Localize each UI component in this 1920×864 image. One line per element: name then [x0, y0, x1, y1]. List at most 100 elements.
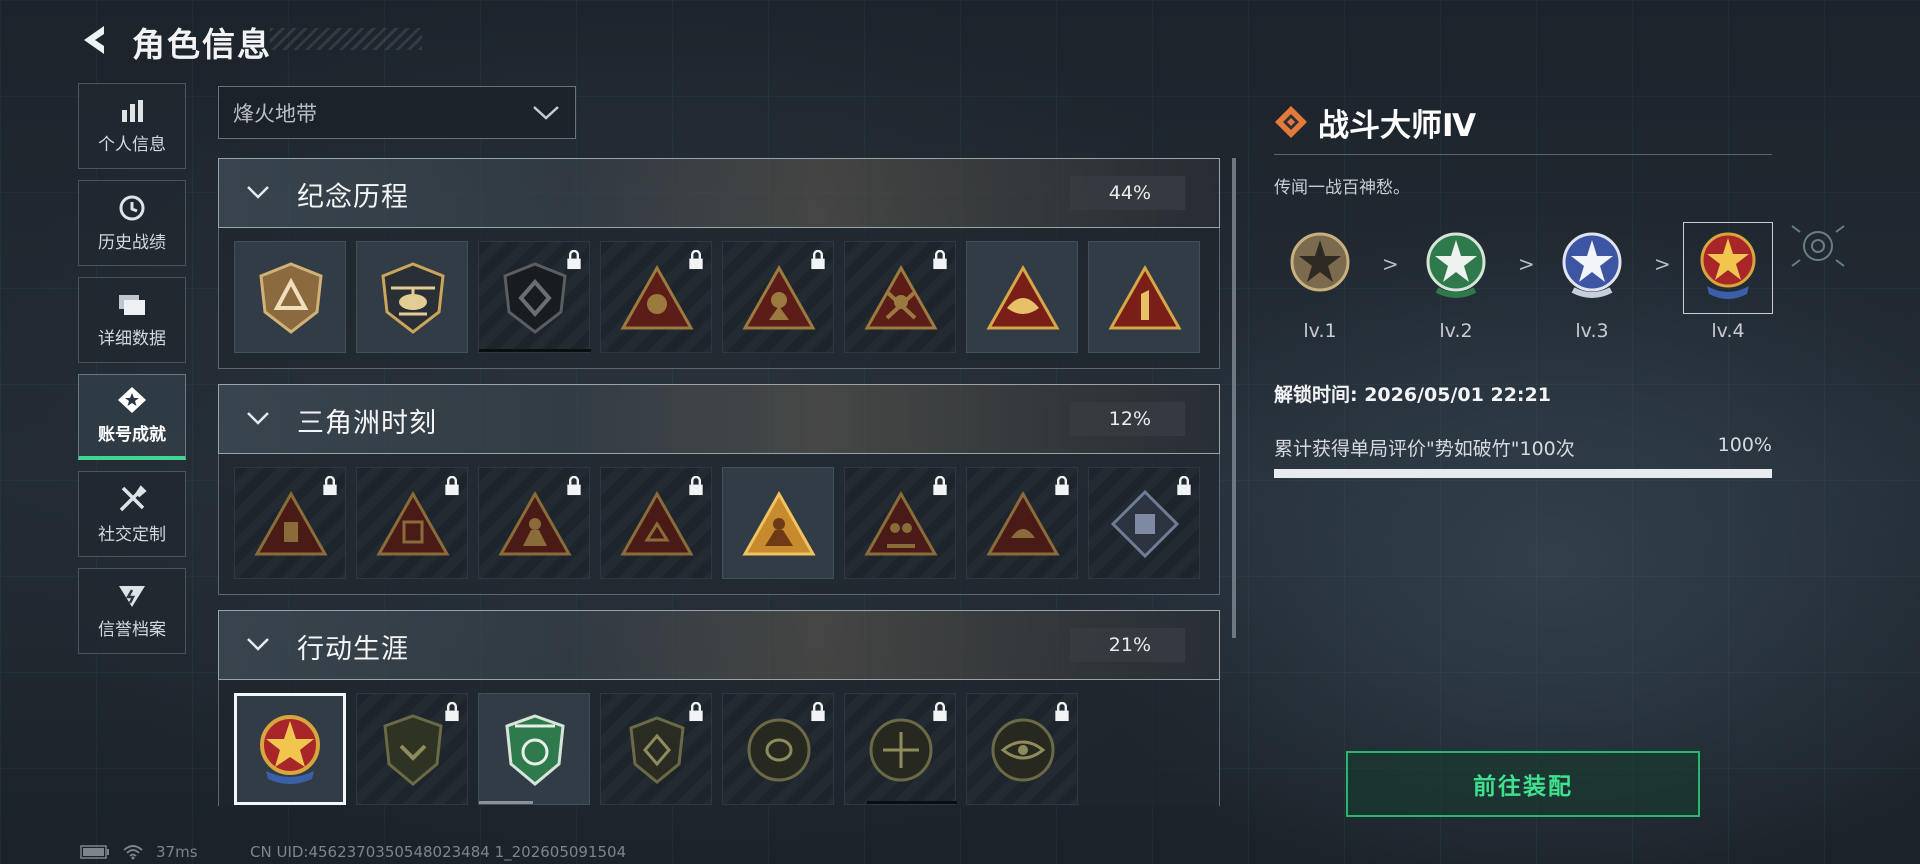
lock-icon	[1176, 476, 1192, 496]
level-4-selected[interactable]: lv.4	[1682, 222, 1774, 342]
badge-tile[interactable]	[600, 467, 712, 579]
level-label: lv.1	[1303, 320, 1337, 342]
category-name: 行动生涯	[297, 634, 409, 665]
sidebar-item-label: 信誉档案	[98, 619, 166, 640]
badge-tile[interactable]	[600, 693, 712, 805]
category-percent: 44%	[1070, 176, 1185, 210]
badge-tile[interactable]	[844, 241, 956, 353]
achievement-diamond-icon	[1275, 106, 1307, 138]
sidebar-item-label: 社交定制	[98, 524, 166, 545]
sidebar: 个人信息 历史战绩 详细数据 账号成就 社交定制 信誉档案	[78, 83, 186, 665]
shield-badge-icon	[383, 714, 443, 786]
sidebar-item-label: 个人信息	[98, 134, 166, 155]
badge-tile[interactable]	[1088, 241, 1200, 353]
scrollbar[interactable]	[1232, 158, 1236, 638]
badge-tile[interactable]	[966, 241, 1078, 353]
task-percent: 100%	[1717, 434, 1772, 456]
sidebar-item-social[interactable]: 社交定制	[78, 471, 186, 557]
badge-grid	[218, 454, 1220, 595]
badge-tile[interactable]	[844, 467, 956, 579]
triangle-badge-icon	[986, 490, 1060, 556]
page-title: 角色信息	[132, 25, 272, 64]
badge-tile[interactable]	[234, 241, 346, 353]
progress-bar	[867, 801, 957, 804]
badge-tile[interactable]	[722, 693, 834, 805]
badge-tile[interactable]	[1088, 467, 1200, 579]
level-progression: lv.1 > lv.2 > lv.3 > lv.4	[1274, 222, 1774, 352]
sidebar-item-history[interactable]: 历史战绩	[78, 180, 186, 266]
mode-select[interactable]: 烽火地带	[218, 86, 576, 139]
lock-icon	[932, 476, 948, 496]
triangle-badge-icon	[620, 264, 694, 330]
sidebar-item-achievements[interactable]: 账号成就	[78, 374, 186, 460]
emblem-badge-icon	[503, 262, 567, 334]
level-3[interactable]: lv.3	[1546, 222, 1638, 342]
diamond-badge-icon	[1110, 489, 1180, 559]
triangle-badge-icon	[376, 490, 450, 556]
triangle-badge-icon	[864, 264, 938, 330]
badge-tile[interactable]	[844, 693, 957, 805]
lock-icon	[688, 476, 704, 496]
level-1[interactable]: lv.1	[1274, 222, 1366, 342]
category-header[interactable]: 纪念历程 44%	[218, 158, 1220, 228]
category-percent: 12%	[1070, 402, 1185, 436]
sidebar-item-label: 历史战绩	[98, 232, 166, 253]
lock-icon	[566, 250, 582, 270]
badge-tile[interactable]	[478, 467, 590, 579]
badge-tile[interactable]	[722, 467, 834, 579]
selection-frame	[1683, 222, 1773, 314]
back-arrow-icon[interactable]	[78, 22, 114, 58]
uid-text: CN UID:4562370350548023484 1_20260509150…	[250, 843, 627, 861]
level-label: lv.3	[1575, 320, 1609, 342]
badge-tile[interactable]	[478, 693, 590, 805]
level-3-medal-icon	[1562, 232, 1622, 298]
category-header[interactable]: 三角洲时刻 12%	[218, 384, 1220, 454]
chevron-down-icon	[247, 412, 269, 425]
sidebar-item-details[interactable]: 详细数据	[78, 277, 186, 363]
achievement-description: 传闻一战百神愁。	[1274, 178, 1410, 198]
lock-icon	[444, 476, 460, 496]
equip-button[interactable]: 前往装配	[1346, 751, 1700, 817]
sidebar-item-reputation[interactable]: 信誉档案	[78, 568, 186, 654]
level-arrow: >	[1518, 252, 1535, 276]
shield-badge-icon	[629, 716, 685, 784]
achievement-icon	[118, 387, 146, 413]
sidebar-item-personal-info[interactable]: 个人信息	[78, 83, 186, 169]
progress-bar	[479, 349, 591, 352]
round-badge-icon	[747, 718, 811, 782]
level-2[interactable]: lv.2	[1410, 222, 1502, 342]
badge-grid	[218, 228, 1220, 369]
triangle-badge-icon	[986, 264, 1060, 330]
unlock-time: 解锁时间: 2026/05/01 22:21	[1274, 384, 1551, 406]
lock-icon	[1054, 476, 1070, 496]
badge-tile[interactable]	[356, 693, 468, 805]
clock-icon	[119, 195, 145, 220]
badge-tile[interactable]	[234, 467, 346, 579]
badge-tile[interactable]	[722, 241, 834, 353]
chevron-down-icon	[247, 638, 269, 651]
badge-tile[interactable]	[356, 467, 468, 579]
badge-tile-selected[interactable]	[234, 693, 346, 805]
mode-select-value: 烽火地带	[233, 101, 317, 126]
task-progress-fill	[1274, 469, 1772, 478]
lock-icon	[932, 250, 948, 270]
triangle-badge-icon	[742, 264, 816, 330]
badge-tile[interactable]	[478, 241, 591, 353]
badge-tile[interactable]	[600, 241, 712, 353]
title-decoration	[270, 28, 422, 50]
lock-icon	[810, 250, 826, 270]
task-progress-track	[1274, 469, 1772, 478]
badge-tile[interactable]	[356, 241, 468, 353]
badge-tile[interactable]	[966, 467, 1078, 579]
category-header[interactable]: 行动生涯 21%	[218, 610, 1220, 680]
lock-icon	[932, 702, 948, 722]
level-arrow: >	[1654, 252, 1671, 276]
bar-chart-icon	[122, 99, 143, 122]
badge-grid	[218, 680, 1220, 806]
achievement-title: 战斗大师Ⅳ	[1318, 108, 1477, 144]
badge-tile[interactable]	[966, 693, 1078, 805]
category-name: 三角洲时刻	[297, 408, 437, 439]
level-1-medal-icon	[1290, 232, 1350, 292]
helicopter-badge-icon	[381, 262, 445, 334]
chevron-down-icon	[533, 106, 559, 120]
